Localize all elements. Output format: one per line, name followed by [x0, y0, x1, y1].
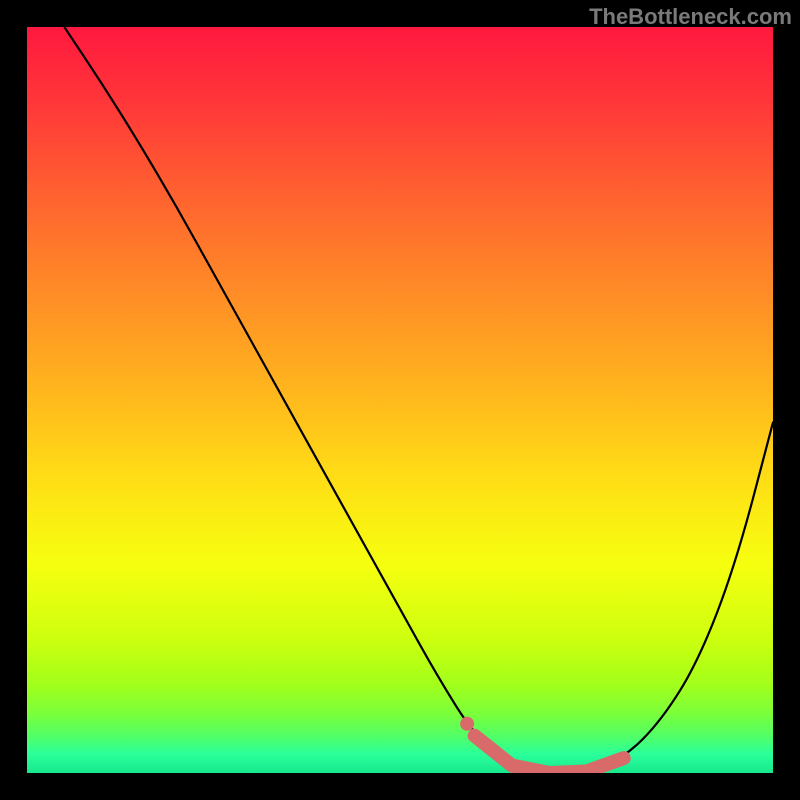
plot-area	[27, 27, 773, 773]
chart-container: TheBottleneck.com	[0, 0, 800, 800]
attribution-text: TheBottleneck.com	[589, 4, 792, 30]
bottleneck-curve	[27, 27, 773, 773]
